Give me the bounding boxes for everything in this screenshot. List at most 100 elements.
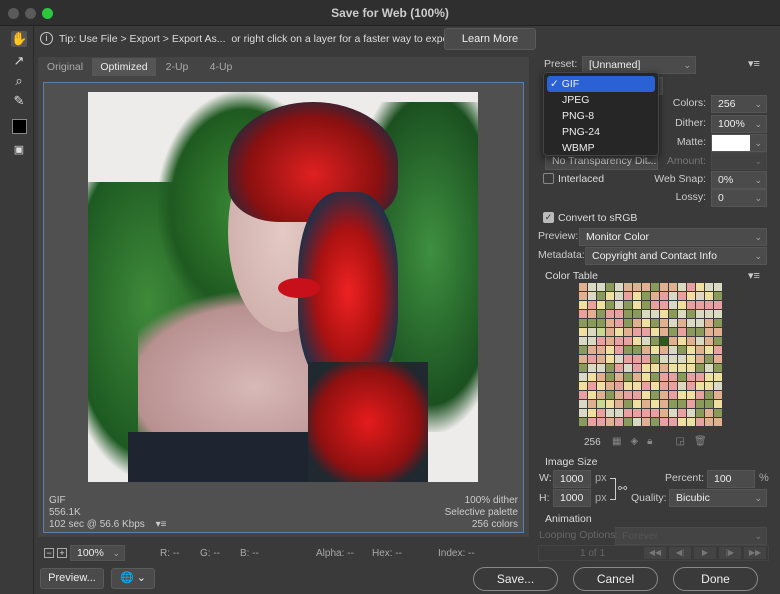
color-swatch[interactable] xyxy=(660,391,668,399)
color-swatch[interactable] xyxy=(588,301,596,309)
color-swatch[interactable] xyxy=(696,310,704,318)
map-color-icon[interactable]: ▦ xyxy=(612,436,630,447)
color-swatch[interactable] xyxy=(579,337,587,345)
color-swatch[interactable] xyxy=(588,400,596,408)
save-button[interactable]: Save... xyxy=(473,567,558,591)
color-swatch[interactable] xyxy=(624,409,632,417)
tab-original[interactable]: Original xyxy=(38,58,92,76)
color-swatch[interactable] xyxy=(678,373,686,381)
lossy-select[interactable]: 0 ⌄ xyxy=(711,189,767,207)
color-swatch[interactable] xyxy=(579,319,587,327)
color-swatch[interactable] xyxy=(714,319,722,327)
quality-select[interactable]: Bicubic ⌄ xyxy=(669,489,767,507)
color-swatch[interactable] xyxy=(597,319,605,327)
color-swatch[interactable] xyxy=(597,409,605,417)
color-swatch[interactable] xyxy=(615,355,623,363)
color-swatch[interactable] xyxy=(651,283,659,291)
color-swatch[interactable] xyxy=(705,346,713,354)
color-swatch[interactable] xyxy=(579,355,587,363)
color-swatch[interactable] xyxy=(660,418,668,426)
color-swatch[interactable] xyxy=(606,328,614,336)
color-swatch[interactable] xyxy=(687,373,695,381)
color-swatch[interactable] xyxy=(579,301,587,309)
color-swatch[interactable] xyxy=(678,400,686,408)
color-swatch[interactable] xyxy=(615,409,623,417)
menu-item-png24[interactable]: PNG-24 xyxy=(547,124,655,140)
color-swatch[interactable] xyxy=(714,373,722,381)
color-swatch[interactable] xyxy=(669,283,677,291)
color-swatch[interactable] xyxy=(633,391,641,399)
color-swatch[interactable] xyxy=(687,319,695,327)
color-table-menu-icon[interactable]: ▾≡ xyxy=(748,269,760,282)
color-swatch[interactable] xyxy=(687,310,695,318)
color-swatch[interactable] xyxy=(624,328,632,336)
color-swatch[interactable] xyxy=(606,382,614,390)
zoom-out-button[interactable]: − xyxy=(44,548,54,558)
color-swatch[interactable] xyxy=(588,328,596,336)
color-swatch[interactable] xyxy=(579,409,587,417)
color-swatch[interactable] xyxy=(705,364,713,372)
color-swatch[interactable] xyxy=(660,283,668,291)
color-swatch[interactable] xyxy=(705,283,713,291)
color-swatch[interactable] xyxy=(696,355,704,363)
color-swatch[interactable] xyxy=(696,409,704,417)
color-swatch[interactable] xyxy=(579,310,587,318)
color-swatch[interactable] xyxy=(678,283,686,291)
color-swatch[interactable] xyxy=(651,373,659,381)
color-swatch[interactable] xyxy=(597,292,605,300)
color-swatch[interactable] xyxy=(606,283,614,291)
color-swatch[interactable] xyxy=(687,382,695,390)
color-swatch[interactable] xyxy=(579,418,587,426)
color-swatch[interactable] xyxy=(606,346,614,354)
color-swatch[interactable] xyxy=(606,409,614,417)
color-swatch[interactable] xyxy=(615,382,623,390)
color-swatch[interactable] xyxy=(588,283,596,291)
color-swatch[interactable] xyxy=(705,337,713,345)
zoom-level-select[interactable]: 100% ⌄ xyxy=(70,545,125,561)
color-swatch[interactable] xyxy=(615,400,623,408)
color-swatch[interactable] xyxy=(588,355,596,363)
height-input[interactable]: 1000 xyxy=(553,489,591,507)
color-swatch[interactable] xyxy=(669,391,677,399)
first-frame-icon[interactable]: ◀◀ xyxy=(644,547,666,559)
color-swatch[interactable] xyxy=(651,346,659,354)
color-swatch[interactable] xyxy=(597,400,605,408)
color-swatch[interactable] xyxy=(687,409,695,417)
color-swatch[interactable] xyxy=(696,301,704,309)
color-swatch[interactable] xyxy=(579,364,587,372)
color-swatch[interactable] xyxy=(669,310,677,318)
done-button[interactable]: Done xyxy=(673,567,758,591)
color-swatch[interactable] xyxy=(669,400,677,408)
color-swatch[interactable] xyxy=(660,310,668,318)
color-swatch[interactable] xyxy=(615,283,623,291)
dither-select[interactable]: 100% ⌄ xyxy=(711,115,767,133)
color-swatch[interactable] xyxy=(678,355,686,363)
preview-select[interactable]: Monitor Color ⌄ xyxy=(579,228,767,246)
menu-item-gif[interactable]: ✓ GIF xyxy=(547,76,655,92)
color-swatch[interactable] xyxy=(633,382,641,390)
color-swatch[interactable] xyxy=(588,319,596,327)
color-swatch[interactable] xyxy=(651,409,659,417)
color-swatch[interactable] xyxy=(588,292,596,300)
download-speed-menu-icon[interactable]: ▾≡ xyxy=(156,519,167,530)
color-swatch[interactable] xyxy=(642,382,650,390)
color-swatch[interactable] xyxy=(606,310,614,318)
color-swatch[interactable] xyxy=(669,346,677,354)
color-swatch[interactable] xyxy=(678,337,686,345)
color-swatch[interactable] xyxy=(669,418,677,426)
color-swatch[interactable] xyxy=(714,283,722,291)
color-swatch[interactable] xyxy=(660,337,668,345)
percent-input[interactable]: 100 xyxy=(707,470,755,488)
color-swatch[interactable] xyxy=(660,409,668,417)
trash-icon[interactable]: 🗑︎ xyxy=(694,436,716,447)
color-swatch[interactable] xyxy=(687,301,695,309)
color-swatch[interactable] xyxy=(669,364,677,372)
color-swatch[interactable] xyxy=(606,337,614,345)
color-swatch[interactable] xyxy=(624,292,632,300)
color-swatch[interactable] xyxy=(660,328,668,336)
color-swatch[interactable] xyxy=(606,355,614,363)
play-icon[interactable]: ▶ xyxy=(694,547,716,559)
color-swatch[interactable] xyxy=(687,418,695,426)
color-swatch[interactable] xyxy=(714,301,722,309)
color-swatch[interactable] xyxy=(705,328,713,336)
